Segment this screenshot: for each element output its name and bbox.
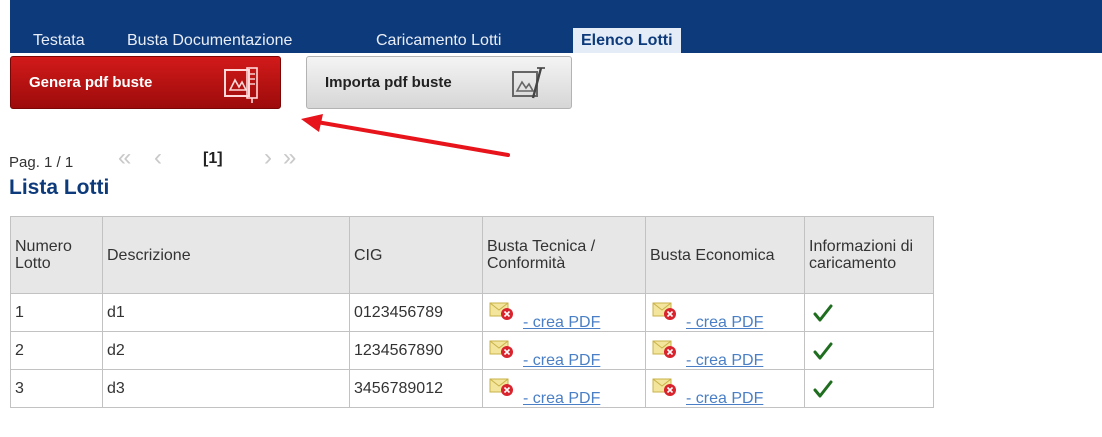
cell-cig: 3456789012 [349, 369, 483, 408]
cell-busta-tecnica: - crea PDF [482, 293, 646, 332]
tab-busta-documentazione[interactable]: Busta Documentazione [127, 28, 292, 53]
double-chevron-right-icon[interactable]: » [283, 144, 296, 172]
header-cig: CIG [349, 216, 483, 294]
chevron-right-icon[interactable]: › [264, 144, 272, 172]
current-page[interactable]: [1] [203, 150, 223, 168]
header-informazioni: Informazioni di caricamento [804, 216, 934, 294]
tab-caricamento-lotti[interactable]: Caricamento Lotti [376, 28, 501, 53]
cell-busta-economica: - crea PDF [645, 293, 805, 332]
double-chevron-left-icon[interactable]: « [118, 144, 131, 172]
envelope-missing-icon [489, 340, 513, 358]
table-row: 1 d1 0123456789 - crea PDF - crea PDF [10, 293, 934, 332]
table-row: 2 d2 1234567890 - crea PDF - crea PDF [10, 331, 934, 370]
generate-pdf-button[interactable]: Genera pdf buste [10, 56, 281, 109]
cell-descrizione: d2 [102, 331, 350, 370]
table-row: 3 d3 3456789012 - crea PDF - crea PDF [10, 369, 934, 408]
checkmark-icon [813, 342, 833, 359]
checkmark-icon [813, 304, 833, 321]
cell-informazioni [804, 331, 934, 370]
section-title: Lista Lotti [9, 176, 110, 199]
header-numero-lotto: Numero Lotto [10, 216, 103, 294]
crea-pdf-link[interactable]: - crea PDF [523, 390, 600, 407]
page-indicator: Pag. 1 / 1 [9, 154, 74, 171]
cell-busta-economica: - crea PDF [645, 369, 805, 408]
cell-numero: 1 [10, 293, 103, 332]
envelope-missing-icon [489, 302, 513, 320]
crea-pdf-link[interactable]: - crea PDF [686, 314, 763, 331]
tab-bar: Testata Busta Documentazione Caricamento… [10, 0, 1102, 53]
cell-numero: 2 [10, 331, 103, 370]
crea-pdf-link[interactable]: - crea PDF [523, 314, 600, 331]
cell-informazioni [804, 293, 934, 332]
envelope-missing-icon [652, 378, 676, 396]
chevron-left-icon[interactable]: ‹ [154, 144, 162, 172]
envelope-missing-icon [652, 302, 676, 320]
cell-cig: 0123456789 [349, 293, 483, 332]
cell-busta-tecnica: - crea PDF [482, 369, 646, 408]
cell-cig: 1234567890 [349, 331, 483, 370]
crea-pdf-link[interactable]: - crea PDF [523, 352, 600, 369]
cell-busta-economica: - crea PDF [645, 331, 805, 370]
tab-testata[interactable]: Testata [33, 28, 85, 53]
cell-descrizione: d3 [102, 369, 350, 408]
table-header-row: Numero Lotto Descrizione CIG Busta Tecni… [10, 216, 934, 294]
lots-table: Numero Lotto Descrizione CIG Busta Tecni… [10, 216, 934, 408]
cell-descrizione: d1 [102, 293, 350, 332]
tab-elenco-lotti[interactable]: Elenco Lotti [573, 28, 681, 53]
import-pdf-button[interactable]: Importa pdf buste [306, 56, 572, 109]
crea-pdf-link[interactable]: - crea PDF [686, 352, 763, 369]
import-pdf-label: Importa pdf buste [325, 74, 452, 91]
header-descrizione: Descrizione [102, 216, 350, 294]
cell-numero: 3 [10, 369, 103, 408]
pdf-document-icon [224, 67, 258, 103]
crea-pdf-link[interactable]: - crea PDF [686, 390, 763, 407]
pdf-document-edit-icon [512, 67, 545, 99]
checkmark-icon [813, 380, 833, 397]
cell-informazioni [804, 369, 934, 408]
annotation-arrow [301, 114, 510, 157]
header-busta-economica: Busta Economica [645, 216, 805, 294]
envelope-missing-icon [652, 340, 676, 358]
header-busta-tecnica: Busta Tecnica / Conformità [482, 216, 646, 294]
cell-busta-tecnica: - crea PDF [482, 331, 646, 370]
envelope-missing-icon [489, 378, 513, 396]
generate-pdf-label: Genera pdf buste [29, 74, 153, 91]
